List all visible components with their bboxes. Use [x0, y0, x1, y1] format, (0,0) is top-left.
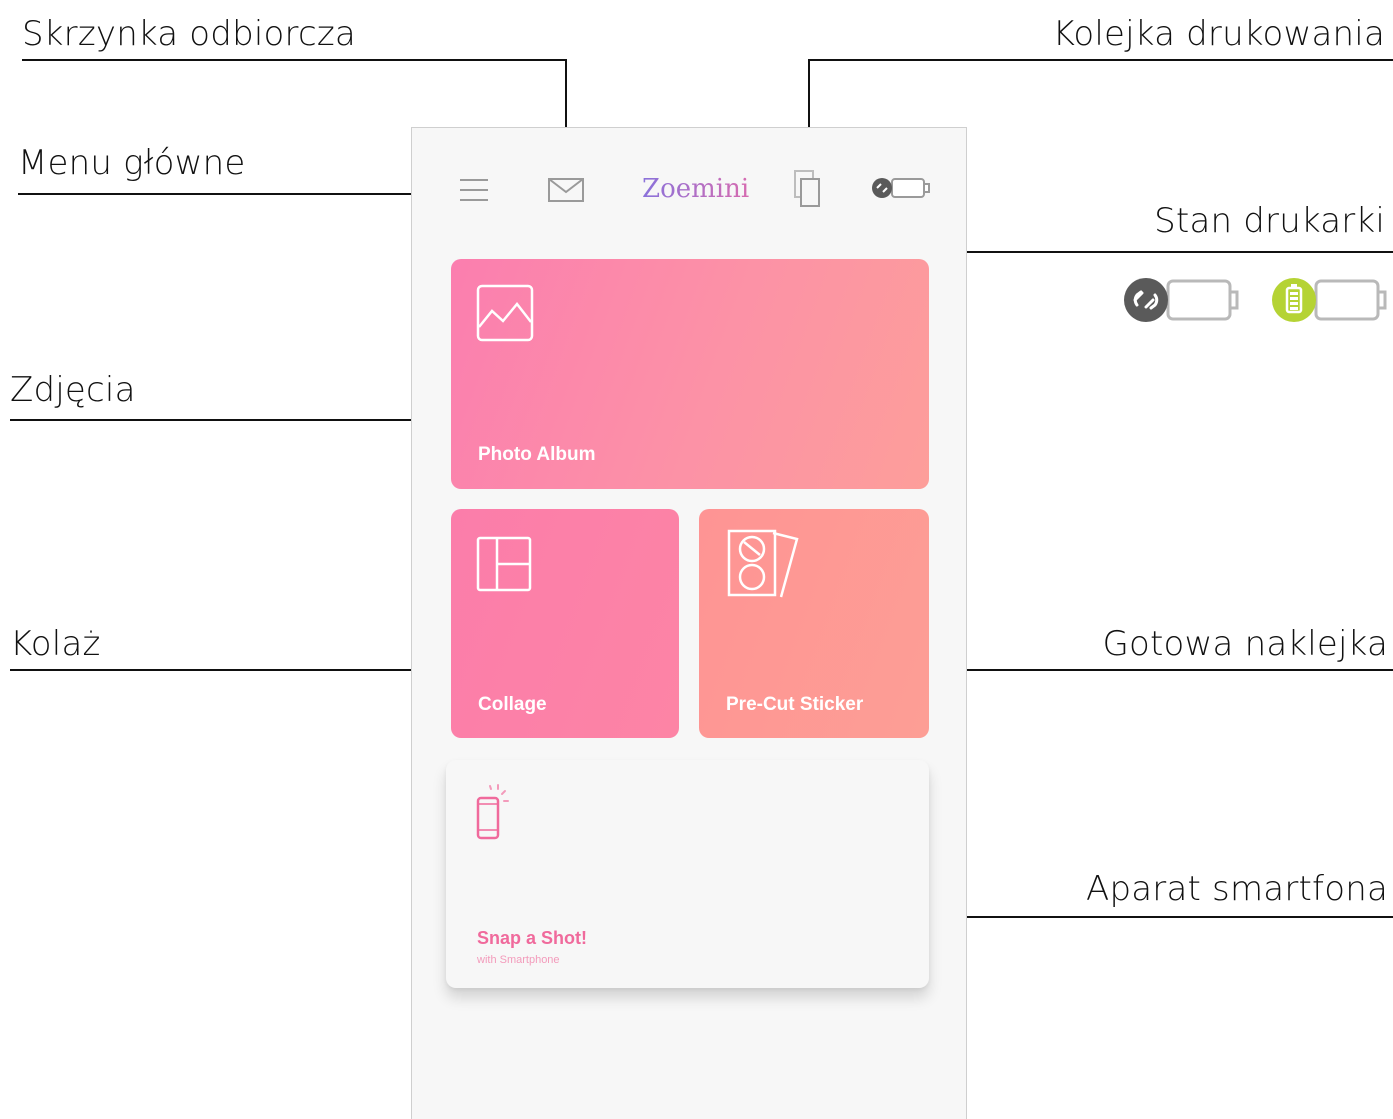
callout-printer-status: Stan drukarki: [1154, 201, 1385, 241]
print-queue-icon[interactable]: [793, 169, 825, 209]
callout-camera: Aparat smartfona: [1086, 869, 1388, 909]
collage-card[interactable]: Collage: [451, 509, 679, 738]
sticker-label: Pre-Cut Sticker: [726, 694, 864, 715]
callout-main-menu: Menu główne: [18, 143, 246, 183]
leader-menu-h: [18, 193, 436, 195]
battery-printer-icon: [1272, 278, 1387, 322]
callout-collage: Kolaż: [10, 624, 101, 664]
envelope-icon[interactable]: [547, 177, 585, 203]
disconnected-printer-icon: [1124, 278, 1239, 322]
printer-status-icon[interactable]: [870, 176, 932, 200]
callout-sticker: Gotowa naklejka: [1102, 624, 1388, 664]
photo-album-label: Photo Album: [478, 444, 596, 465]
sticker-card[interactable]: Pre-Cut Sticker: [699, 509, 929, 738]
callout-photos: Zdjęcia: [10, 370, 136, 410]
sticker-sheet-icon: [727, 529, 799, 598]
snap-subtitle: with Smartphone: [477, 954, 560, 966]
callout-print-queue: Kolejka drukowania: [1052, 14, 1385, 54]
leader-queue-h: [808, 59, 1393, 61]
snap-a-shot-card[interactable]: Snap a Shot! with Smartphone: [446, 760, 929, 988]
leader-inbox-h: [22, 59, 567, 61]
photo-album-card[interactable]: Photo Album: [451, 259, 929, 489]
hamburger-icon[interactable]: [458, 176, 490, 204]
callout-inbox: Skrzynka odbiorcza: [22, 14, 356, 54]
smartphone-icon: [476, 784, 509, 840]
collage-layout-icon: [476, 536, 532, 592]
leader-status-h: [903, 251, 1393, 253]
image-icon: [476, 284, 534, 342]
snap-title: Snap a Shot!: [477, 928, 588, 948]
app-logo: Zoemini: [642, 174, 750, 204]
leader-camera-h: [892, 916, 1393, 918]
collage-label: Collage: [478, 694, 547, 715]
